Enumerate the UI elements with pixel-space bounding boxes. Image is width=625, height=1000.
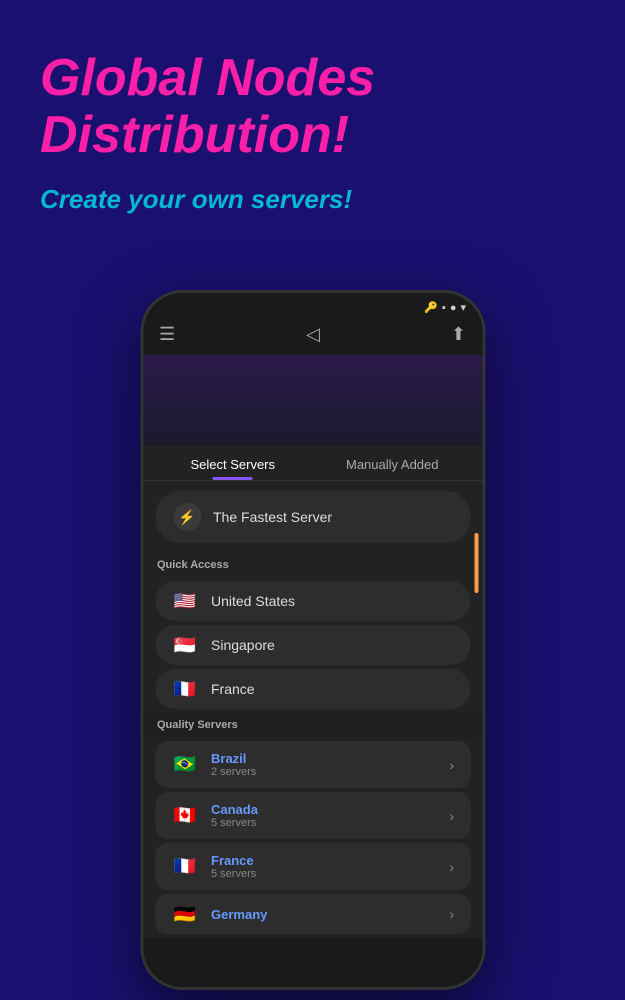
canada-info: Canada 5 servers — [211, 802, 437, 829]
phone-mockup: 🔑 ▪ ● ▾ ☰ ◁ ⬆ Select Servers M — [140, 290, 485, 990]
server-item-germany[interactable]: 🇩🇪 Germany › — [155, 894, 470, 934]
fastest-server-label: The Fastest Server — [213, 509, 332, 525]
flag-us: 🇺🇸 — [171, 591, 199, 611]
germany-info: Germany — [211, 907, 437, 922]
quality-servers-label: Quality Servers — [143, 713, 482, 737]
brazil-server-count: 2 servers — [211, 766, 437, 778]
flag-france-quick: 🇫🇷 — [171, 679, 199, 699]
country-name-singapore: Singapore — [211, 637, 454, 653]
dot-icon: ● — [450, 302, 457, 314]
fastest-icon: ⚡ — [173, 503, 201, 531]
top-area — [143, 355, 482, 445]
server-item-us[interactable]: 🇺🇸 United States — [155, 581, 470, 621]
tab-select-servers[interactable]: Select Servers — [153, 445, 313, 480]
scroll-indicator[interactable] — [474, 533, 478, 593]
brazil-arrow: › — [449, 757, 454, 773]
app-bar: ☰ ◁ ⬆ — [143, 318, 482, 355]
france-arrow: › — [449, 859, 454, 875]
signal-icon: ▾ — [460, 301, 466, 314]
country-name-germany: Germany — [211, 907, 437, 922]
key-icon: 🔑 — [424, 301, 438, 314]
country-name-us: United States — [211, 593, 454, 609]
sub-title: Create your own servers! — [40, 184, 585, 215]
phone-screen: 🔑 ▪ ● ▾ ☰ ◁ ⬆ Select Servers M — [143, 293, 482, 987]
france-server-count: 5 servers — [211, 868, 437, 880]
hero-section: Global Nodes Distribution! Create your o… — [0, 0, 625, 265]
server-item-singapore[interactable]: 🇸🇬 Singapore — [155, 625, 470, 665]
flag-france-quality: 🇫🇷 — [171, 857, 199, 877]
country-name-france-quick: France — [211, 681, 454, 697]
fastest-server-button[interactable]: ⚡ The Fastest Server — [155, 491, 470, 543]
country-name-brazil: Brazil — [211, 751, 437, 766]
country-name-france-quality: France — [211, 853, 437, 868]
main-title: Global Nodes Distribution! — [40, 50, 585, 164]
menu-icon[interactable]: ☰ — [159, 324, 175, 345]
send-icon[interactable]: ◁ — [306, 324, 320, 345]
brazil-info: Brazil 2 servers — [211, 751, 437, 778]
germany-arrow: › — [449, 906, 454, 922]
phone-outer: 🔑 ▪ ● ▾ ☰ ◁ ⬆ Select Servers M — [140, 290, 485, 990]
canada-server-count: 5 servers — [211, 817, 437, 829]
country-name-canada: Canada — [211, 802, 437, 817]
server-item-france-quality[interactable]: 🇫🇷 France 5 servers › — [155, 843, 470, 890]
flag-singapore: 🇸🇬 — [171, 635, 199, 655]
square-icon: ▪ — [442, 302, 446, 314]
canada-arrow: › — [449, 808, 454, 824]
flag-germany: 🇩🇪 — [171, 904, 199, 924]
france-info: France 5 servers — [211, 853, 437, 880]
server-item-france-quick[interactable]: 🇫🇷 France — [155, 669, 470, 709]
quick-access-label: Quick Access — [143, 553, 482, 577]
server-list: ⚡ The Fastest Server Quick Access 🇺🇸 Uni… — [143, 481, 482, 938]
flag-brazil: 🇧🇷 — [171, 755, 199, 775]
server-item-canada[interactable]: 🇨🇦 Canada 5 servers › — [155, 792, 470, 839]
server-item-brazil[interactable]: 🇧🇷 Brazil 2 servers › — [155, 741, 470, 788]
tab-manually-added[interactable]: Manually Added — [313, 445, 473, 480]
flag-canada: 🇨🇦 — [171, 806, 199, 826]
tab-bar: Select Servers Manually Added — [143, 445, 482, 481]
share-icon[interactable]: ⬆ — [451, 324, 466, 345]
status-bar: 🔑 ▪ ● ▾ — [143, 293, 482, 318]
